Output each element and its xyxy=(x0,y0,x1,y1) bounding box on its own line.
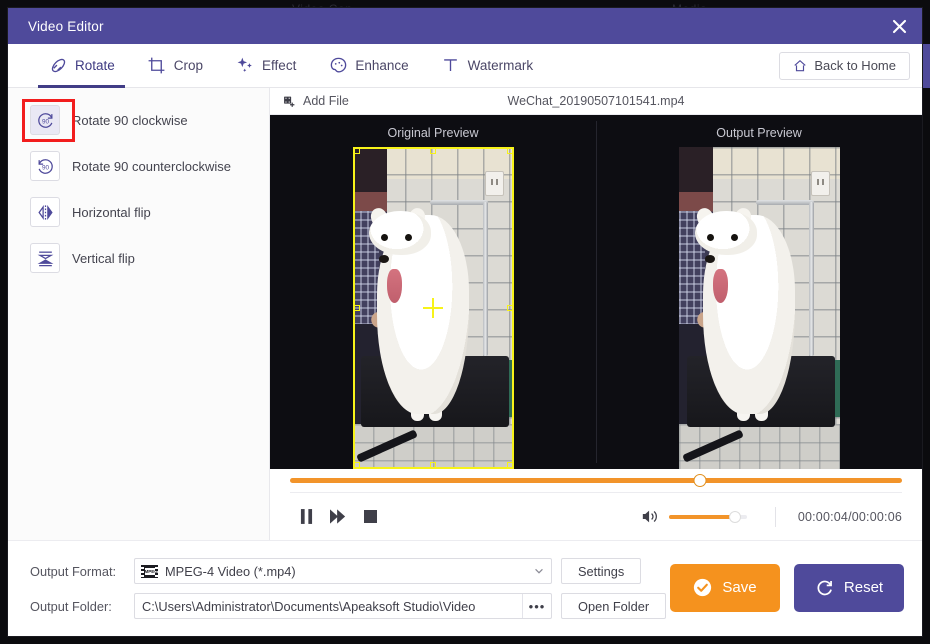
text-t-icon xyxy=(441,56,461,76)
output-format-value: MPEG-4 Video (*.mp4) xyxy=(165,563,296,579)
tab-effect-label: Effect xyxy=(262,58,297,73)
volume-knob[interactable] xyxy=(729,510,742,523)
chevron-down-icon xyxy=(533,565,545,577)
back-to-home-label: Back to Home xyxy=(814,58,896,73)
output-folder-field[interactable]: C:\Users\Administrator\Documents\Apeakso… xyxy=(134,593,552,619)
rotate-icon xyxy=(48,56,68,76)
tab-crop-label: Crop xyxy=(173,58,204,73)
palette-icon xyxy=(328,56,348,76)
output-preview-title: Output Preview xyxy=(716,126,802,140)
transport-controls: 00:00:04/00:00:06 xyxy=(290,492,902,540)
original-preview-image xyxy=(352,147,514,469)
timeline-knob[interactable] xyxy=(693,474,707,487)
sidebar-item-horizontal-flip[interactable]: Horizontal flip xyxy=(8,189,269,235)
svg-text:90: 90 xyxy=(41,164,49,171)
tab-rotate-label: Rotate xyxy=(75,58,115,73)
stop-icon xyxy=(363,510,377,523)
screen: Video Con... Media... Video Editor xyxy=(0,0,930,644)
original-preview-pane: Original Preview xyxy=(270,115,596,469)
pause-button[interactable] xyxy=(290,501,322,533)
video-editor-dialog: Video Editor Rotate Crop Effect Enhance … xyxy=(8,8,922,636)
sidebar-item-rotate-90-counterclockwise[interactable]: 90 Rotate 90 counterclockwise xyxy=(8,143,269,189)
title-bar: Video Editor xyxy=(8,8,922,44)
editor-pane: Add File WeChat_20190507101541.mp4 Origi… xyxy=(270,88,922,540)
back-to-home-button[interactable]: Back to Home xyxy=(779,51,910,80)
fast-forward-button[interactable] xyxy=(322,501,354,533)
home-icon xyxy=(793,59,807,73)
tab-enhance[interactable]: Enhance xyxy=(312,44,424,88)
timeline-slider[interactable] xyxy=(290,474,902,487)
rotate-ccw-90-icon: 90 xyxy=(30,151,60,181)
timecode-display: 00:00:04/00:00:06 xyxy=(797,509,902,524)
dialog-body: 90 Rotate 90 clockwise 90 Rotate 90 coun… xyxy=(8,88,922,540)
output-format-label: Output Format: xyxy=(30,563,117,579)
sidebar-item-vertical-flip[interactable]: Vertical flip xyxy=(8,235,269,281)
output-folder-value: C:\Users\Administrator\Documents\Apeakso… xyxy=(142,598,476,614)
original-preview-video[interactable] xyxy=(352,147,514,469)
refresh-icon xyxy=(817,580,832,596)
save-button[interactable]: Save xyxy=(670,563,780,612)
current-filename: WeChat_20190507101541.mp4 xyxy=(507,94,685,108)
tab-rotate[interactable]: Rotate xyxy=(32,44,131,88)
sidebar-item-rotate-90-counterclockwise-label: Rotate 90 counterclockwise xyxy=(72,158,231,174)
tab-watermark[interactable]: Watermark xyxy=(425,44,550,88)
close-button[interactable] xyxy=(876,8,922,44)
sparkle-icon xyxy=(235,56,255,76)
sidebar-item-rotate-90-clockwise-label: Rotate 90 clockwise xyxy=(72,112,188,128)
rotate-cw-90-icon: 90 xyxy=(30,105,60,135)
sidebar: 90 Rotate 90 clockwise 90 Rotate 90 coun… xyxy=(8,88,270,540)
pause-icon xyxy=(300,509,312,524)
close-icon xyxy=(892,19,906,33)
tab-bar: Rotate Crop Effect Enhance Watermark Bac… xyxy=(8,44,922,88)
settings-button[interactable]: Settings xyxy=(561,558,642,584)
svg-text:90: 90 xyxy=(41,118,49,125)
original-preview-title: Original Preview xyxy=(387,126,479,140)
output-folder-row: Output Folder: C:\Users\Administrator\Do… xyxy=(30,593,670,619)
divider xyxy=(774,506,776,527)
reset-button[interactable]: Reset xyxy=(794,563,904,612)
volume-fill xyxy=(668,514,736,519)
output-settings: Output Format: MPEG MPEG-4 Video (*.mp4)… xyxy=(30,558,670,619)
output-folder-label: Output Folder: xyxy=(30,598,112,614)
flip-horizontal-icon xyxy=(30,197,60,227)
output-format-select[interactable]: MPEG MPEG-4 Video (*.mp4) xyxy=(134,558,552,584)
add-file-button[interactable]: Add File xyxy=(270,94,349,108)
open-folder-button[interactable]: Open Folder xyxy=(561,593,667,619)
stop-button[interactable] xyxy=(354,501,386,533)
tab-watermark-label: Watermark xyxy=(467,58,534,73)
output-preview-video[interactable] xyxy=(678,147,840,469)
mpeg-format-icon: MPEG xyxy=(141,564,158,578)
sidebar-item-horizontal-flip-label: Horizontal flip xyxy=(72,204,151,220)
background-strip xyxy=(922,44,930,88)
file-row: Add File WeChat_20190507101541.mp4 xyxy=(270,88,922,115)
volume-button[interactable] xyxy=(641,509,658,524)
tab-effect[interactable]: Effect xyxy=(219,44,312,88)
flip-vertical-icon xyxy=(30,243,60,273)
add-file-label: Add File xyxy=(303,94,349,108)
browse-folder-button[interactable]: ••• xyxy=(522,594,551,618)
check-circle-icon xyxy=(694,578,712,597)
crop-icon xyxy=(147,56,167,76)
sidebar-item-vertical-flip-label: Vertical flip xyxy=(72,250,135,266)
output-preview-image xyxy=(678,147,840,469)
output-preview-pane: Output Preview xyxy=(596,115,922,469)
save-label: Save xyxy=(722,579,757,596)
reset-label: Reset xyxy=(843,579,884,596)
window-title: Video Editor xyxy=(28,18,104,34)
add-file-icon xyxy=(283,95,296,108)
footer: Output Format: MPEG MPEG-4 Video (*.mp4)… xyxy=(8,540,922,636)
sidebar-item-rotate-90-clockwise[interactable]: 90 Rotate 90 clockwise xyxy=(8,97,269,143)
volume-slider[interactable] xyxy=(668,510,747,523)
fast-forward-icon xyxy=(330,509,346,524)
timeline-area xyxy=(270,469,922,487)
tab-crop[interactable]: Crop xyxy=(131,44,219,88)
output-format-row: Output Format: MPEG MPEG-4 Video (*.mp4)… xyxy=(30,558,670,584)
volume-icon xyxy=(642,510,657,523)
tab-enhance-label: Enhance xyxy=(355,58,409,73)
action-buttons: Save Reset xyxy=(670,563,904,614)
preview-stage: Original Preview Output Preview xyxy=(270,115,922,469)
